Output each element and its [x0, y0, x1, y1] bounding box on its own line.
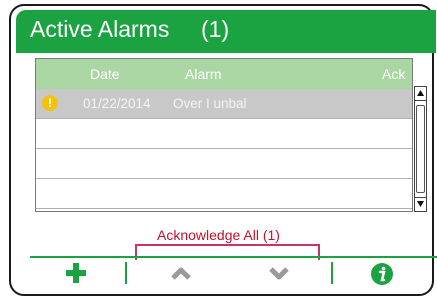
table-header: Date Alarm Ack	[36, 59, 412, 89]
alarm-table: Date Alarm Ack ! 01/22/2014 Over I unbal	[35, 58, 413, 212]
table-row[interactable]: ! 01/22/2014 Over I unbal	[36, 89, 412, 119]
table-row[interactable]	[36, 149, 412, 179]
scroll-down-toolbar-button[interactable]	[259, 262, 299, 286]
toolbar-divider	[30, 256, 437, 258]
scroll-thumb[interactable]	[416, 105, 425, 193]
scroll-up-toolbar-button[interactable]	[161, 262, 201, 286]
table-scrollbar[interactable]	[414, 86, 427, 212]
scroll-up-button[interactable]	[415, 87, 426, 101]
toolbar-separator	[125, 262, 127, 284]
table-row[interactable]	[36, 179, 412, 209]
table-row[interactable]	[36, 119, 412, 149]
column-header-ack[interactable]: Ack	[382, 66, 405, 82]
alarm-date: 01/22/2014	[83, 96, 151, 111]
plus-icon	[66, 263, 86, 283]
title-bar: Active Alarms (1)	[16, 10, 436, 53]
add-button[interactable]	[56, 262, 96, 286]
warning-icon: !	[42, 95, 58, 111]
acknowledge-all-label[interactable]: Acknowledge All (1)	[0, 227, 437, 243]
chevron-down-icon	[269, 267, 289, 280]
toolbar-separator	[331, 262, 333, 284]
scroll-down-button[interactable]	[415, 197, 426, 211]
page-title: Active Alarms	[30, 16, 170, 42]
info-button[interactable]	[362, 262, 402, 286]
alarm-count: (1)	[201, 16, 230, 42]
triangle-up-icon	[417, 90, 424, 96]
alarm-name: Over I unbal	[173, 96, 247, 111]
triangle-down-icon	[417, 201, 424, 207]
chevron-up-icon	[171, 267, 191, 280]
info-icon	[371, 263, 393, 285]
column-header-alarm[interactable]: Alarm	[185, 66, 222, 82]
column-header-date[interactable]: Date	[90, 66, 120, 82]
